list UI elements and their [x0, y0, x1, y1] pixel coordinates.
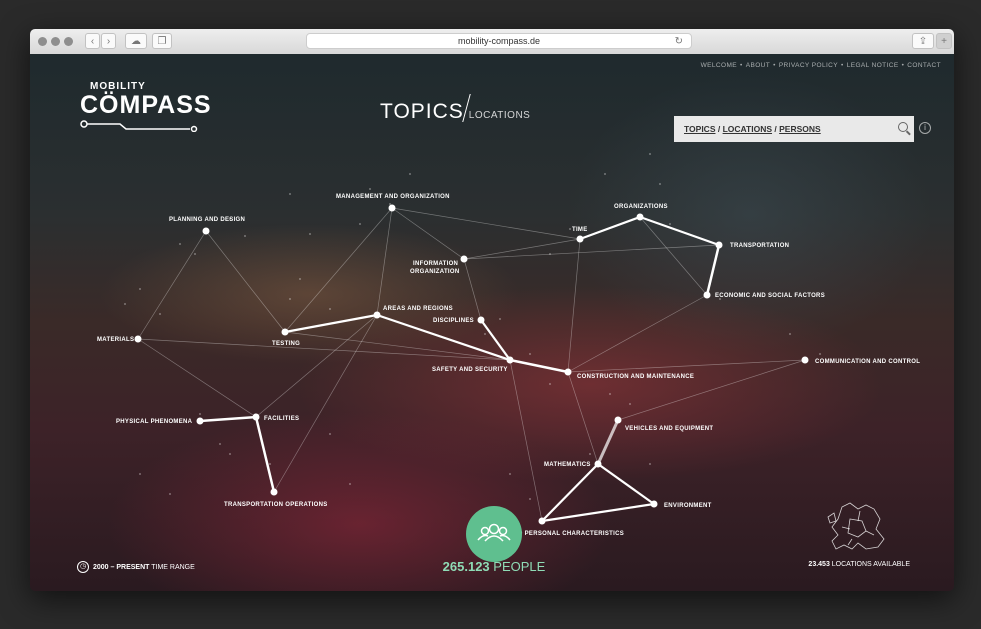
people-count-value: 265.123 — [442, 559, 490, 574]
label-vehicles[interactable]: VEHICLES AND EQUIPMENT — [625, 426, 713, 432]
graph-labels: MANAGEMENT AND ORGANIZATION PLANNING AND… — [97, 194, 920, 537]
label-materials[interactable]: MATERIALS — [97, 337, 134, 343]
europe-map-icon[interactable] — [822, 499, 892, 555]
thin-edges — [137, 207, 806, 522]
node-safety[interactable] — [506, 356, 514, 364]
label-information-1[interactable]: INFORMATION — [413, 261, 458, 267]
time-range-value: 2000 – PRESENT — [93, 563, 150, 571]
node-physical[interactable] — [196, 417, 204, 425]
url-text: mobility-compass.de — [457, 36, 541, 46]
graph-nodes — [134, 204, 809, 525]
label-planning[interactable]: PLANNING AND DESIGN — [169, 217, 245, 223]
label-transport-ops[interactable]: TRANSPORTATION OPERATIONS — [224, 502, 328, 508]
people-button[interactable] — [466, 506, 522, 562]
close-window-icon[interactable] — [38, 37, 47, 46]
browser-window: ‹ › ☁ ❐ mobility-compass.de ↻ ⇪ + WELCOM… — [30, 29, 954, 591]
label-mathematics[interactable]: MATHEMATICS — [544, 462, 591, 468]
node-environment[interactable] — [650, 500, 658, 508]
label-information-2[interactable]: ORGANIZATION — [410, 269, 460, 275]
label-areas[interactable]: AREAS AND REGIONS — [383, 306, 453, 312]
minimize-window-icon[interactable] — [51, 37, 60, 46]
node-personal[interactable] — [538, 517, 546, 525]
label-safety[interactable]: SAFETY AND SECURITY — [432, 367, 508, 373]
node-management[interactable] — [388, 204, 396, 212]
label-organizations[interactable]: ORGANIZATIONS — [614, 204, 668, 210]
node-testing[interactable] — [281, 328, 289, 336]
node-organizations[interactable] — [636, 213, 644, 221]
tabs-overview-button[interactable]: ❐ — [152, 33, 172, 49]
label-personal-b[interactable]: D PERSONAL CHARACTERISTICS — [518, 531, 624, 537]
node-time[interactable] — [576, 235, 584, 243]
browser-toolbar: ‹ › ☁ ❐ mobility-compass.de ↻ ⇪ + — [30, 29, 954, 55]
label-construction[interactable]: CONSTRUCTION AND MAINTENANCE — [577, 374, 694, 380]
node-transportation[interactable] — [715, 241, 723, 249]
icloud-tabs-button[interactable]: ☁ — [125, 33, 147, 49]
forward-button[interactable]: › — [101, 33, 116, 49]
node-mathematics[interactable] — [594, 460, 602, 468]
locations-count-value: 23.453 — [808, 561, 830, 568]
label-economic[interactable]: ECONOMIC AND SOCIAL FACTORS — [715, 293, 825, 299]
time-range-selector[interactable]: ◷ 2000 – PRESENT TIME RANGE — [77, 561, 195, 573]
chevron-left-icon: ‹ — [90, 36, 95, 47]
node-planning[interactable] — [202, 227, 210, 235]
node-materials[interactable] — [134, 335, 142, 343]
people-count-label: PEOPLE — [489, 559, 546, 574]
people-count: 265.123 PEOPLE — [434, 559, 554, 574]
share-button[interactable]: ⇪ — [912, 33, 934, 49]
label-facilities[interactable]: FACILITIES — [264, 416, 299, 422]
node-communication[interactable] — [801, 356, 809, 364]
node-economic[interactable] — [703, 291, 711, 299]
back-button[interactable]: ‹ — [85, 33, 100, 49]
label-time[interactable]: TIME — [572, 227, 588, 233]
page-content: WELCOME • ABOUT • PRIVACY POLICY • LEGAL NOTIC… — [30, 54, 954, 591]
label-transportation[interactable]: TRANSPORTATION — [730, 243, 789, 249]
node-facilities[interactable] — [252, 413, 260, 421]
node-construction[interactable] — [564, 368, 572, 376]
label-management[interactable]: MANAGEMENT AND ORGANIZATION — [336, 194, 450, 200]
label-testing[interactable]: TESTING — [272, 341, 300, 347]
node-vehicles[interactable] — [614, 416, 622, 424]
label-physical[interactable]: PHYSICAL PHENOMENA — [116, 419, 193, 425]
locations-count-label: LOCATIONS AVAILABLE — [829, 561, 910, 568]
people-icon — [477, 523, 511, 542]
reload-icon[interactable]: ↻ — [675, 34, 683, 49]
label-disciplines[interactable]: DISCIPLINES — [433, 318, 474, 324]
cloud-icon: ☁ — [131, 36, 141, 47]
background-particles — [124, 153, 821, 500]
share-icon: ⇪ — [918, 36, 928, 47]
tabs-icon: ❐ — [157, 36, 167, 47]
label-communication[interactable]: COMMUNICATION AND CONTROL — [815, 359, 920, 365]
clock-icon: ◷ — [77, 561, 89, 573]
locations-count: 23.453 LOCATIONS AVAILABLE — [808, 561, 910, 568]
chevron-right-icon: › — [106, 36, 111, 47]
plus-icon: + — [941, 36, 947, 47]
label-environment[interactable]: ENVIRONMENT — [664, 503, 712, 509]
maximize-window-icon[interactable] — [64, 37, 73, 46]
address-bar[interactable]: mobility-compass.de ↻ — [306, 33, 692, 49]
node-transport-ops[interactable] — [270, 488, 278, 496]
node-disciplines[interactable] — [477, 316, 485, 324]
new-tab-button[interactable]: + — [936, 33, 952, 49]
node-information[interactable] — [460, 255, 468, 263]
node-areas[interactable] — [373, 311, 381, 319]
time-range-label: TIME RANGE — [149, 563, 195, 571]
